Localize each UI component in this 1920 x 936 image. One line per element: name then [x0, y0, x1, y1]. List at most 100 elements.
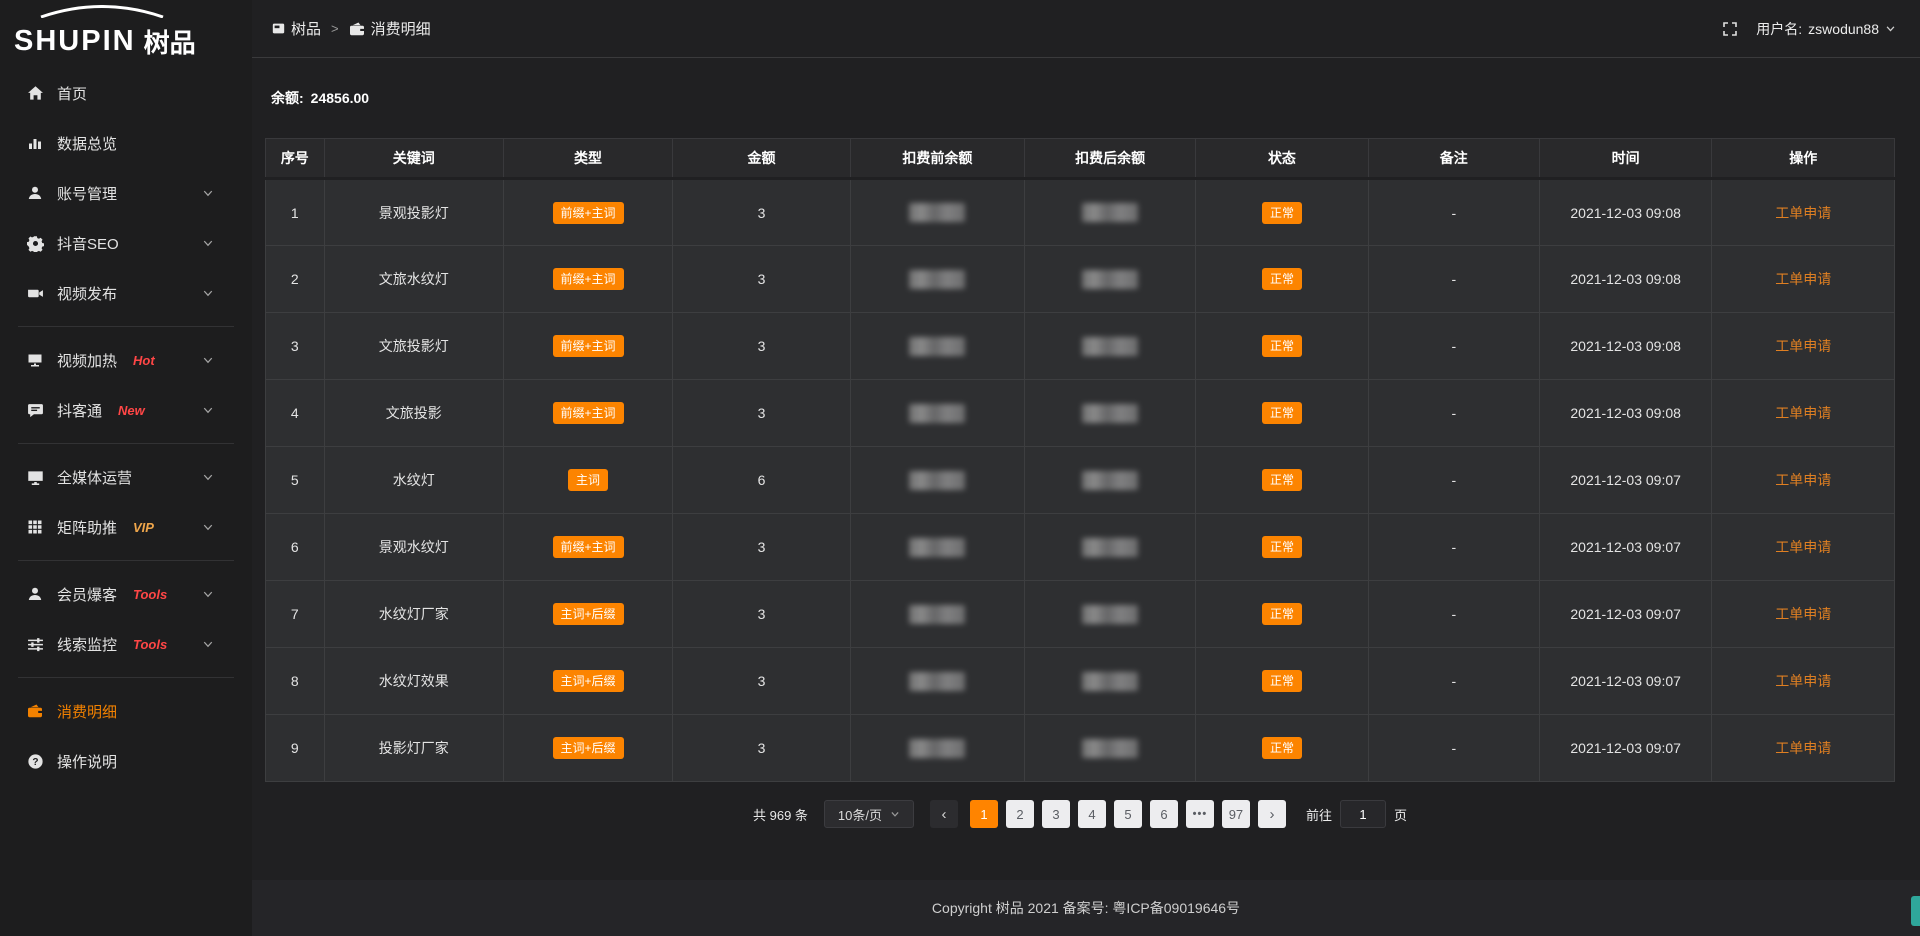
cell-action: 工单申请: [1712, 581, 1895, 648]
work-order-link[interactable]: 工单申请: [1775, 271, 1831, 287]
cell-remark: -: [1368, 648, 1539, 715]
column-header: 备注: [1368, 139, 1539, 179]
goto-label: 前往: [1306, 805, 1332, 824]
work-order-link[interactable]: 工单申请: [1775, 405, 1831, 421]
work-order-link[interactable]: 工单申请: [1775, 673, 1831, 689]
page-size-select[interactable]: 10条/页: [824, 800, 914, 828]
sidebar-item-label: 操作说明: [57, 751, 117, 772]
next-page-button[interactable]: ›: [1258, 800, 1286, 828]
sliders-icon: [26, 635, 44, 653]
logo-arc: [38, 5, 166, 18]
sidebar-item-douyin-seo[interactable]: 抖音SEO: [0, 218, 252, 268]
chat-widget-sliver[interactable]: [1911, 896, 1920, 926]
sidebar-item-clue-monitor[interactable]: 线索监控Tools: [0, 619, 252, 669]
chevron-down-icon: [202, 404, 214, 416]
user-dropdown[interactable]: 用户名: zswodun88: [1756, 19, 1896, 39]
cell-amount: 3: [673, 648, 851, 715]
cell-index: 9: [266, 715, 325, 782]
sidebar-item-home[interactable]: 首页: [0, 68, 252, 118]
redacted-balance: [909, 270, 965, 289]
work-order-link[interactable]: 工单申请: [1775, 539, 1831, 555]
breadcrumb-separator: >: [331, 21, 339, 36]
status-badge: 正常: [1262, 402, 1302, 424]
sidebar-item-member-burst[interactable]: 会员爆客Tools: [0, 569, 252, 619]
balance-label: 余额:: [271, 90, 304, 106]
page-button-4[interactable]: 4: [1078, 800, 1106, 828]
cell-amount: 3: [673, 715, 851, 782]
table-row: 8水纹灯效果主词+后缀3正常-2021-12-03 09:07工单申请: [266, 648, 1895, 715]
cell-time: 2021-12-03 09:08: [1539, 380, 1712, 447]
topbar-right: 用户名: zswodun88: [1722, 19, 1896, 39]
breadcrumb-item[interactable]: 树品: [272, 18, 321, 39]
cell-remark: -: [1368, 179, 1539, 246]
cell-balance-before: [850, 447, 1024, 514]
redacted-balance: [909, 605, 965, 624]
cell-index: 7: [266, 581, 325, 648]
page-button-3[interactable]: 3: [1042, 800, 1070, 828]
cell-keyword: 水纹灯厂家: [324, 581, 503, 648]
chevron-down-icon: [890, 809, 900, 819]
sidebar: SHUPIN 树品 首页数据总览账号管理抖音SEO视频发布视频加热Hot抖客通N…: [0, 0, 252, 936]
footer: Copyright 树品 2021 备案号: 粤ICP备09019646号: [252, 880, 1920, 936]
sidebar-item-matrix-boost[interactable]: 矩阵助推VIP: [0, 502, 252, 552]
breadcrumb-item[interactable]: 消费明细: [349, 18, 431, 39]
type-badge: 主词: [568, 469, 608, 491]
cell-balance-before: [850, 380, 1024, 447]
work-order-link[interactable]: 工单申请: [1775, 606, 1831, 622]
cell-time: 2021-12-03 09:08: [1539, 246, 1712, 313]
sidebar-item-instructions[interactable]: ?操作说明: [0, 736, 252, 786]
brand-logo: SHUPIN 树品: [0, 0, 252, 62]
table-row: 6景观水纹灯前缀+主词3正常-2021-12-03 09:07工单申请: [266, 514, 1895, 581]
sidebar-item-douketong[interactable]: 抖客通New: [0, 385, 252, 435]
cell-balance-after: [1025, 581, 1196, 648]
page-button-2[interactable]: 2: [1006, 800, 1034, 828]
redacted-balance: [1082, 605, 1138, 624]
prev-page-button[interactable]: ‹: [930, 800, 958, 828]
goto-page-input[interactable]: [1340, 800, 1386, 828]
sidebar-item-video-heat[interactable]: 视频加热Hot: [0, 335, 252, 385]
cell-index: 2: [266, 246, 325, 313]
app-icon: [272, 22, 285, 35]
cell-keyword: 投影灯厂家: [324, 715, 503, 782]
cell-action: 工单申请: [1712, 313, 1895, 380]
cell-remark: -: [1368, 313, 1539, 380]
work-order-link[interactable]: 工单申请: [1775, 740, 1831, 756]
cell-time: 2021-12-03 09:07: [1539, 648, 1712, 715]
cell-status: 正常: [1196, 179, 1369, 246]
sidebar-item-data-overview[interactable]: 数据总览: [0, 118, 252, 168]
page-button-1[interactable]: 1: [970, 800, 998, 828]
sidebar-item-video-publish[interactable]: 视频发布: [0, 268, 252, 318]
brand-name-en: SHUPIN: [14, 27, 136, 56]
chevron-down-icon: [202, 521, 214, 533]
cell-action: 工单申请: [1712, 715, 1895, 782]
cell-keyword: 景观水纹灯: [324, 514, 503, 581]
cell-remark: -: [1368, 246, 1539, 313]
cell-action: 工单申请: [1712, 179, 1895, 246]
sidebar-item-media-operation[interactable]: 全媒体运营: [0, 452, 252, 502]
chevron-down-icon: [202, 237, 214, 249]
redacted-balance: [1082, 270, 1138, 289]
table-row: 9投影灯厂家主词+后缀3正常-2021-12-03 09:07工单申请: [266, 715, 1895, 782]
sidebar-item-label: 会员爆客: [57, 584, 117, 605]
cell-remark: -: [1368, 715, 1539, 782]
cell-action: 工单申请: [1712, 246, 1895, 313]
goto-page: 前往 页: [1306, 800, 1407, 828]
cell-keyword: 水纹灯效果: [324, 648, 503, 715]
page-button-97[interactable]: 97: [1222, 800, 1250, 828]
chevron-down-icon: [1885, 23, 1896, 34]
work-order-link[interactable]: 工单申请: [1775, 205, 1831, 221]
page-button-6[interactable]: 6: [1150, 800, 1178, 828]
cell-balance-after: [1025, 648, 1196, 715]
sidebar-item-consumption-detail[interactable]: 消费明细: [0, 686, 252, 736]
fullscreen-icon[interactable]: [1722, 21, 1738, 37]
cell-status: 正常: [1196, 581, 1369, 648]
cell-balance-after: [1025, 313, 1196, 380]
work-order-link[interactable]: 工单申请: [1775, 472, 1831, 488]
page-ellipsis[interactable]: •••: [1186, 800, 1214, 828]
work-order-link[interactable]: 工单申请: [1775, 338, 1831, 354]
redacted-balance: [909, 672, 965, 691]
sidebar-item-account-management[interactable]: 账号管理: [0, 168, 252, 218]
gear-icon: [26, 234, 44, 252]
cell-action: 工单申请: [1712, 447, 1895, 514]
page-button-5[interactable]: 5: [1114, 800, 1142, 828]
